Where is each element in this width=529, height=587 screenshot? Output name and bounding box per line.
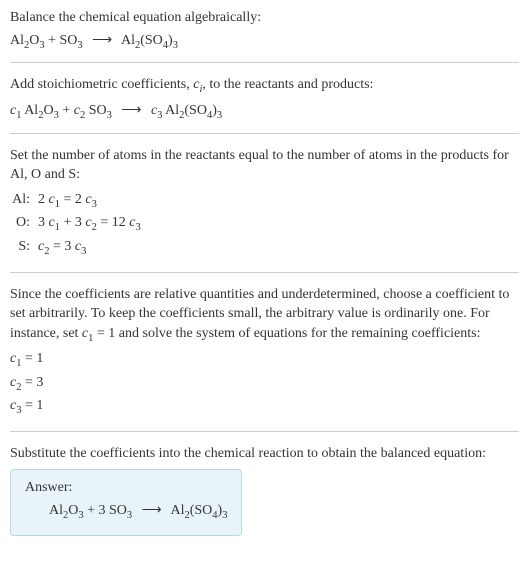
unbalanced-equation: Al2O3 + SO3 ⟶ Al2(SO4)3 — [10, 32, 519, 51]
balanced-equation: Al2O3 + 3 SO3 ⟶ Al2(SO4)3 — [25, 502, 227, 521]
divider — [10, 62, 519, 63]
solve-text: Since the coefficients are relative quan… — [10, 285, 519, 347]
atom-label: O: — [10, 212, 38, 236]
divider — [10, 272, 519, 273]
section-balance-prompt: Balance the chemical equation algebraica… — [10, 8, 519, 50]
atom-row: O: 3 c1 + 3 c2 = 12 c3 — [10, 212, 519, 236]
atom-title: Set the number of atoms in the reactants… — [10, 146, 519, 185]
section-atom-equations: Set the number of atoms in the reactants… — [10, 146, 519, 260]
atom-equation: c2 = 3 c3 — [38, 236, 519, 260]
coefficient-value: c3 = 1 — [10, 395, 519, 419]
atom-label: S: — [10, 236, 38, 260]
answer-label: Answer: — [25, 480, 227, 496]
stoich-equation: c1 Al2O3 + c2 SO3 ⟶ c3 Al2(SO4)3 — [10, 102, 519, 121]
atom-equation: 2 c1 = 2 c3 — [38, 189, 519, 213]
section-stoichiometric: Add stoichiometric coefficients, ci, to … — [10, 75, 519, 120]
section-substitute: Substitute the coefficients into the che… — [10, 444, 519, 536]
balance-title: Balance the chemical equation algebraica… — [10, 8, 519, 28]
answer-box: Answer: Al2O3 + 3 SO3 ⟶ Al2(SO4)3 — [10, 469, 242, 536]
atom-label: Al: — [10, 189, 38, 213]
atom-equation: 3 c1 + 3 c2 = 12 c3 — [38, 212, 519, 236]
atom-row: Al: 2 c1 = 2 c3 — [10, 189, 519, 213]
coefficient-value: c1 = 1 — [10, 348, 519, 372]
divider — [10, 431, 519, 432]
substitute-title: Substitute the coefficients into the che… — [10, 444, 519, 464]
atom-table: Al: 2 c1 = 2 c3 O: 3 c1 + 3 c2 = 12 c3 S… — [10, 189, 519, 260]
coefficient-list: c1 = 1 c2 = 3 c3 = 1 — [10, 348, 519, 419]
section-solve: Since the coefficients are relative quan… — [10, 285, 519, 419]
coefficient-value: c2 = 3 — [10, 372, 519, 396]
divider — [10, 133, 519, 134]
atom-row: S: c2 = 3 c3 — [10, 236, 519, 260]
stoich-title: Add stoichiometric coefficients, ci, to … — [10, 75, 519, 97]
